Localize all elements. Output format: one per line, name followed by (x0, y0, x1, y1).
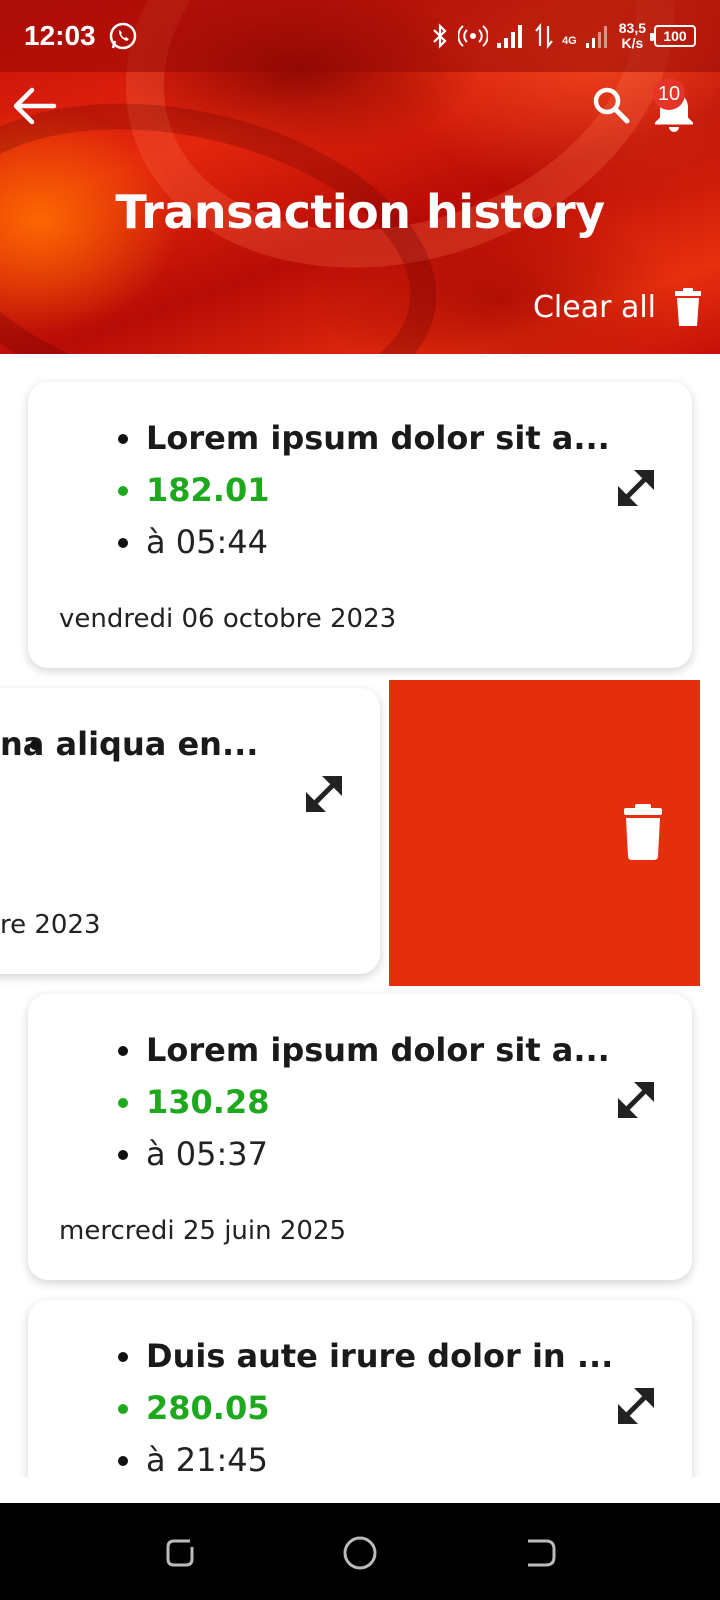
transaction-amount: 280.05 (88, 1382, 613, 1434)
home-icon[interactable] (340, 1533, 380, 1573)
transaction-amount: 182.01 (88, 464, 610, 516)
transaction-title: Lorem ipsum dolor sit a... (88, 1024, 610, 1076)
expand-icon[interactable] (608, 1072, 664, 1128)
signal-icon-2 (585, 26, 607, 48)
search-icon[interactable] (590, 84, 632, 126)
transaction-card[interactable]: Lorem ipsum dolor sit a... 130.28 à 05:3… (28, 994, 692, 1280)
battery-icon: 100 (650, 25, 696, 47)
transaction-date: re 2023 (0, 910, 101, 940)
transaction-time: à 21:45 (88, 1434, 613, 1477)
transaction-date: mercredi 25 juin 2025 (59, 1216, 347, 1246)
transaction-card[interactable]: Duis aute irure dolor in ... 280.05 à 21… (28, 1300, 692, 1477)
page-title: Transaction history (115, 185, 605, 239)
transaction-time: à 05:44 (88, 516, 610, 568)
system-navigation-bar (0, 1503, 720, 1600)
transaction-title: na aliqua en... (0, 718, 258, 770)
signal-icon (497, 25, 523, 48)
data-transfer-icon (535, 22, 553, 50)
transaction-date: vendredi 06 octobre 2023 (59, 604, 397, 634)
expand-icon[interactable] (608, 1378, 664, 1434)
transaction-time: à 05:37 (88, 1128, 610, 1180)
clear-all-label: Clear all (532, 289, 656, 325)
transaction-title: Lorem ipsum dolor sit a... (88, 412, 610, 464)
network-type: 4G (562, 35, 577, 47)
status-bar: 12:03 4G 83,5 K/s 100 (0, 0, 720, 72)
notification-badge: 10 (653, 78, 685, 110)
whatsapp-icon (109, 22, 136, 50)
expand-icon[interactable] (296, 766, 352, 822)
swipe-delete-action[interactable] (389, 680, 700, 986)
back-arrow-icon[interactable] (8, 82, 60, 130)
clear-all-button[interactable]: Clear all (533, 288, 704, 326)
bluetooth-icon (433, 23, 447, 49)
transaction-title: Duis aute irure dolor in ... (88, 1330, 613, 1382)
transaction-amount: 130.28 (88, 1076, 610, 1128)
back-nav-icon[interactable] (520, 1533, 560, 1573)
trash-icon (675, 288, 701, 326)
network-speed: 83,5 K/s (618, 20, 646, 51)
trash-icon (624, 804, 662, 860)
hotspot-icon (458, 25, 489, 47)
status-time: 12:03 (24, 20, 96, 51)
transaction-card[interactable]: Lorem ipsum dolor sit a... 182.01 à 05:4… (28, 382, 692, 668)
transaction-card-swiped[interactable]: na aliqua en... re 2023 (0, 688, 380, 974)
recents-icon[interactable] (160, 1533, 200, 1573)
expand-icon[interactable] (608, 460, 664, 516)
